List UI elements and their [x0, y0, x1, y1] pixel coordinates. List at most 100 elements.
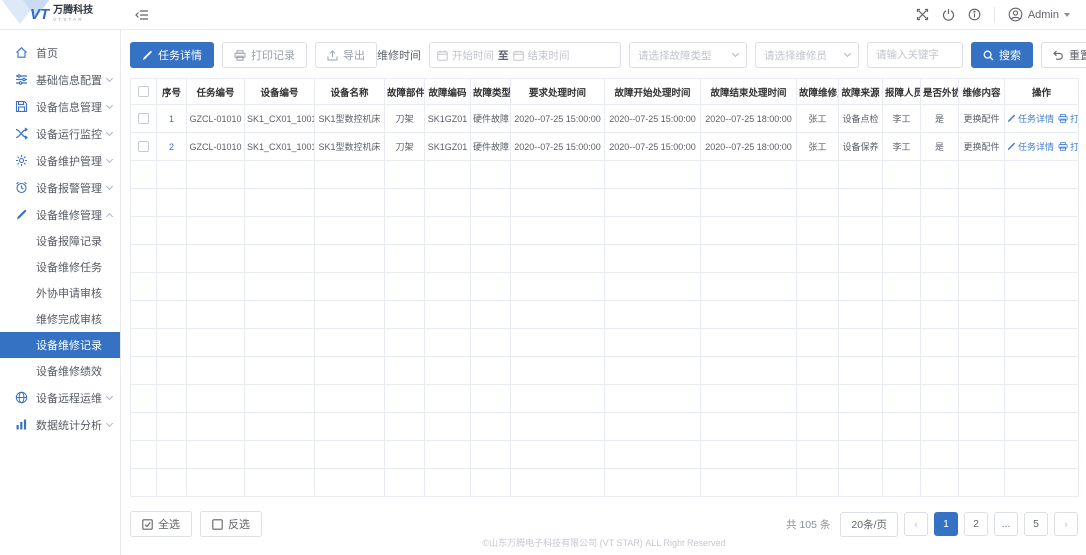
empty-table-row	[131, 245, 1079, 273]
row-task-detail-link[interactable]: 任务详情	[1007, 112, 1054, 125]
date-range-picker[interactable]: 开始时间 至 结束时间	[429, 42, 621, 68]
chevron-down-icon	[106, 128, 113, 135]
chevron-down-icon	[106, 74, 113, 81]
sidebar-item-device-remote-ops[interactable]: 设备远程运维	[0, 384, 120, 411]
row-checkbox[interactable]	[138, 113, 149, 124]
empty-table-row	[131, 161, 1079, 189]
row-checkbox[interactable]	[138, 141, 149, 152]
checkbox-empty-icon	[212, 519, 223, 530]
page-size-select[interactable]: 20条/页	[840, 512, 898, 537]
prev-page-button[interactable]: ‹	[904, 512, 928, 536]
cell-actions: 任务详情打印	[1005, 105, 1079, 133]
sidebar-subitem-repair-complete-audit[interactable]: 维修完成审核	[0, 306, 120, 332]
print-record-button[interactable]: 打印记录	[222, 42, 307, 68]
sidebar-item-device-maint-mgmt[interactable]: 设备维护管理	[0, 147, 120, 174]
page-button-1[interactable]: 1	[934, 512, 958, 536]
row-print-link[interactable]: 打印	[1058, 112, 1078, 125]
sidebar-item-data-stats-analysis[interactable]: 数据统计分析	[0, 411, 120, 438]
sidebar: 首页基础信息配置设备信息管理设备运行监控设备维护管理设备报警管理设备维修管理设备…	[0, 30, 121, 555]
column-header: 要求处理时间	[511, 79, 605, 105]
top-bar: VT 万腾科技 VTSTAR	[0, 0, 1086, 30]
repairer-select[interactable]: 请选择维修员	[755, 42, 859, 68]
sidebar-subitem-repair-records[interactable]: 设备维修记录	[0, 332, 120, 358]
printer-icon	[234, 50, 246, 61]
chevron-down-icon	[106, 392, 113, 399]
printer-icon	[1058, 114, 1068, 123]
to-label: 至	[498, 48, 509, 63]
user-menu[interactable]: Admin	[1008, 7, 1070, 22]
home-icon	[15, 46, 28, 59]
sidebar-item-label: 首页	[36, 45, 58, 61]
row-task-detail-link[interactable]: 任务详情	[1007, 140, 1054, 153]
chevron-down-icon	[1064, 13, 1070, 17]
cell-reporter: 李工	[883, 133, 921, 161]
column-header: 序号	[157, 79, 187, 105]
export-button[interactable]: 导出	[315, 42, 377, 68]
pencil-icon	[1007, 114, 1016, 123]
keyword-input[interactable]	[867, 42, 963, 68]
chevron-down-icon	[106, 419, 113, 426]
chevron-down-icon	[106, 101, 113, 108]
power-icon[interactable]	[942, 8, 955, 21]
cell-repairer: 张工	[797, 133, 839, 161]
table-row[interactable]: 1GZCL-01010SK1_CX01_1001SK1型数控机床刀架SK1GZ0…	[131, 105, 1079, 133]
sidebar-subitem-repair-tasks[interactable]: 设备维修任务	[0, 254, 120, 280]
column-header: 任务编号	[187, 79, 245, 105]
cell-fault_part: 刀架	[385, 105, 425, 133]
main-content: 任务详情 打印记录 导出 维修时间 开始时间	[122, 30, 1086, 555]
info-icon[interactable]	[968, 8, 981, 21]
sidebar-item-device-repair-mgmt[interactable]: 设备维修管理	[0, 201, 120, 228]
logo-mark: VT	[30, 6, 49, 23]
select-all-button[interactable]: 全选	[130, 511, 192, 537]
sidebar-item-device-alarm-mgmt[interactable]: 设备报警管理	[0, 174, 120, 201]
column-header: 故障结束处理时间	[701, 79, 797, 105]
sidebar-collapse-icon[interactable]	[135, 9, 149, 21]
fullscreen-icon[interactable]	[916, 8, 929, 21]
cell-end_time: 2020--07-25 18:00:00	[701, 105, 797, 133]
empty-table-row	[131, 301, 1079, 329]
sidebar-item-label: 设备维修管理	[36, 207, 102, 223]
table-row[interactable]: 2GZCL-01010SK1_CX01_1001SK1型数控机床刀架SK1GZ0…	[131, 133, 1079, 161]
cell-fault_source: 设备保养	[839, 133, 883, 161]
checkbox-checked-icon	[142, 519, 153, 530]
brand-subtitle: VTSTAR	[53, 18, 93, 23]
cell-fault_part: 刀架	[385, 133, 425, 161]
sidebar-subitem-outsource-apply-audit[interactable]: 外协申请审核	[0, 280, 120, 306]
cell-start_time: 2020--07-25 15:00:00	[605, 133, 701, 161]
chart-icon	[15, 418, 28, 431]
sidebar-item-label: 设备报警管理	[36, 180, 102, 196]
pencil-icon	[142, 50, 153, 61]
column-header: 故障来源	[839, 79, 883, 105]
calendar-icon	[513, 50, 524, 61]
task-detail-button[interactable]: 任务详情	[130, 42, 214, 68]
export-icon	[327, 50, 338, 61]
sidebar-item-device-info-mgmt[interactable]: 设备信息管理	[0, 93, 120, 120]
printer-icon	[1058, 142, 1068, 151]
sidebar-item-device-run-monitor[interactable]: 设备运行监控	[0, 120, 120, 147]
sidebar-item-label: 基础信息配置	[36, 72, 102, 88]
sidebar-subitem-repair-performance[interactable]: 设备维修绩效	[0, 358, 120, 384]
select-all-checkbox[interactable]	[138, 86, 149, 97]
cell-repair_content: 更换配件	[959, 133, 1005, 161]
sliders-icon	[15, 73, 28, 86]
column-header: 设备编号	[245, 79, 315, 105]
chevron-down-icon	[844, 50, 851, 57]
pencil-icon	[15, 208, 28, 221]
page-button-5[interactable]: 5	[1024, 512, 1048, 536]
avatar-icon	[1008, 7, 1023, 22]
sidebar-subitem-fault-report-records[interactable]: 设备报障记录	[0, 228, 120, 254]
sidebar-item-home[interactable]: 首页	[0, 39, 120, 66]
cell-fault_code: SK1GZ01	[425, 133, 471, 161]
page-button-2[interactable]: 2	[964, 512, 988, 536]
search-icon	[983, 50, 994, 61]
invert-select-button[interactable]: 反选	[200, 511, 262, 537]
sidebar-item-base-info-config[interactable]: 基础信息配置	[0, 66, 120, 93]
start-time-placeholder: 开始时间	[452, 48, 494, 63]
reset-button[interactable]: 重置	[1041, 42, 1086, 68]
fault-type-select[interactable]: 请选择故障类型	[629, 42, 747, 68]
row-print-link[interactable]: 打印	[1058, 140, 1078, 153]
page-ellipsis[interactable]: ...	[994, 512, 1018, 536]
cell-fault_type: 硬件故障	[471, 105, 511, 133]
next-page-button[interactable]: ›	[1054, 512, 1078, 536]
search-button[interactable]: 搜索	[971, 42, 1033, 68]
